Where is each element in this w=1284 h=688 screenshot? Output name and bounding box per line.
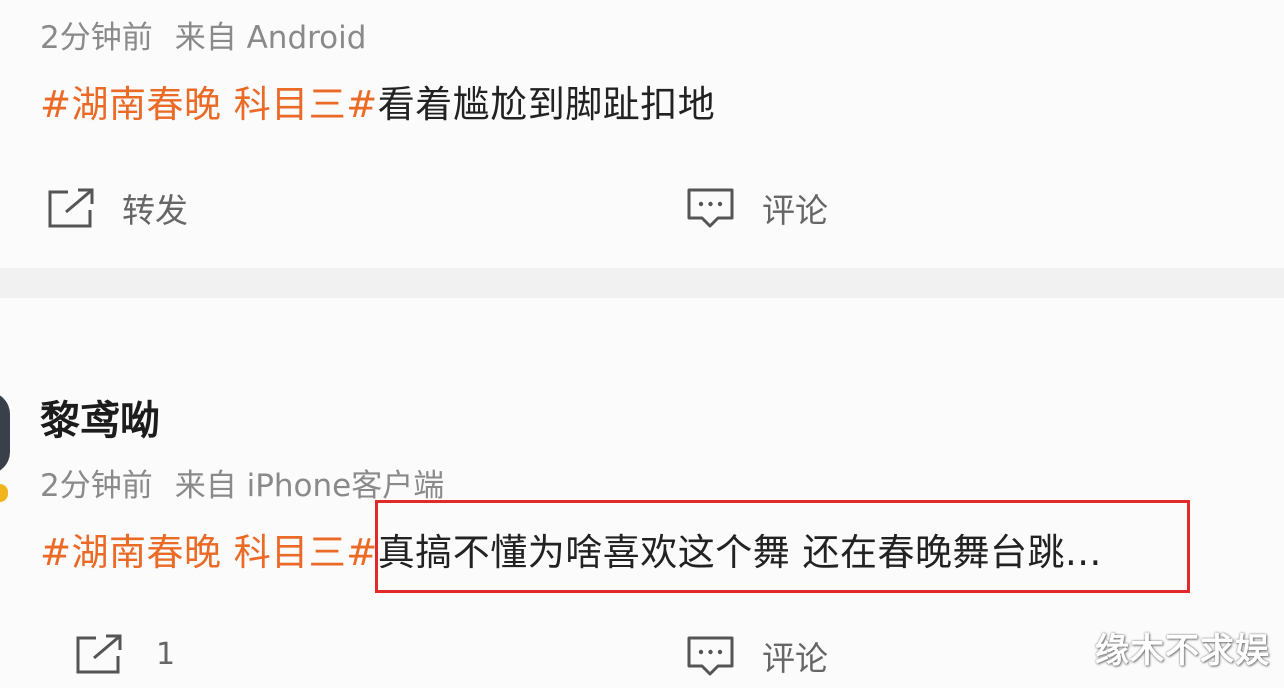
topic-link[interactable]: #湖南春晚 科目三#	[40, 531, 378, 574]
repost-button[interactable]: 转发	[46, 184, 188, 232]
comment-button[interactable]: 评论	[686, 632, 828, 680]
post-time: 2分钟前	[40, 468, 153, 504]
weibo-post-card: 2分钟前 来自 Android #湖南春晚 科目三#看着尴尬到脚趾扣地 转发 评论	[0, 0, 1284, 268]
topic-link[interactable]: #湖南春晚 科目三#	[40, 83, 378, 126]
repost-button[interactable]: 1	[74, 632, 175, 676]
post-meta: 2分钟前 来自 Android	[40, 12, 366, 57]
share-arrow-icon	[48, 188, 94, 228]
post-content: #湖南春晚 科目三#看着尴尬到脚趾扣地	[40, 74, 715, 128]
repost-count: 1	[156, 636, 176, 672]
post-meta: 2分钟前 来自 iPhone客户端	[40, 460, 444, 505]
post-time: 2分钟前	[40, 20, 153, 56]
speech-bubble-icon	[687, 188, 734, 228]
post-source: 来自 Android	[174, 20, 367, 56]
username[interactable]: 黎鸢呦	[40, 388, 160, 446]
post-text: 看着尴尬到脚趾扣地	[377, 83, 716, 126]
speech-bubble-icon	[687, 636, 734, 676]
post-source: 来自 iPhone客户端	[174, 468, 445, 504]
comment-label: 评论	[762, 639, 828, 678]
highlight-box	[375, 500, 1190, 593]
share-arrow-icon	[76, 634, 122, 674]
watermark: 缘木不求娱	[1095, 631, 1270, 671]
comment-label: 评论	[762, 191, 828, 230]
comment-button[interactable]: 评论	[686, 184, 828, 232]
repost-label: 转发	[122, 191, 188, 230]
